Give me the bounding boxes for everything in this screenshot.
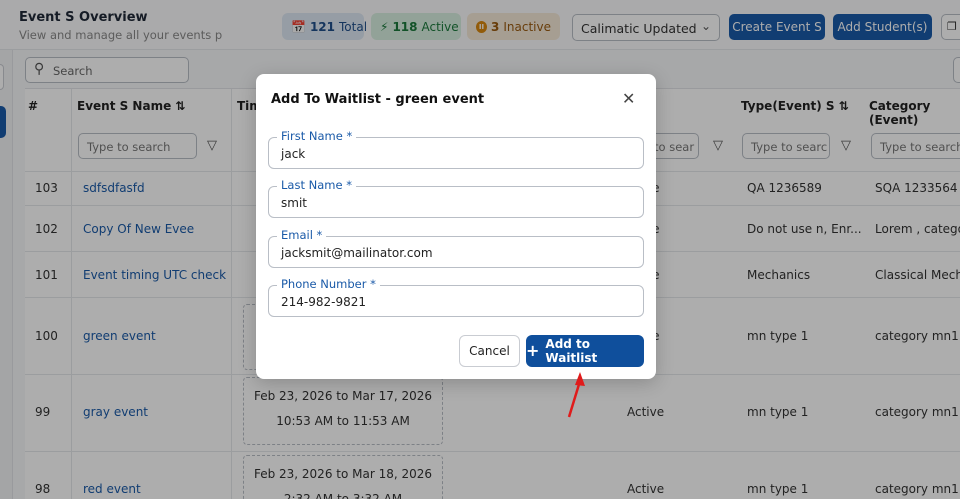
annotation-arrow bbox=[567, 372, 585, 418]
annotation-arrow-shaft bbox=[567, 380, 582, 418]
annotation-arrow-head bbox=[575, 372, 585, 386]
